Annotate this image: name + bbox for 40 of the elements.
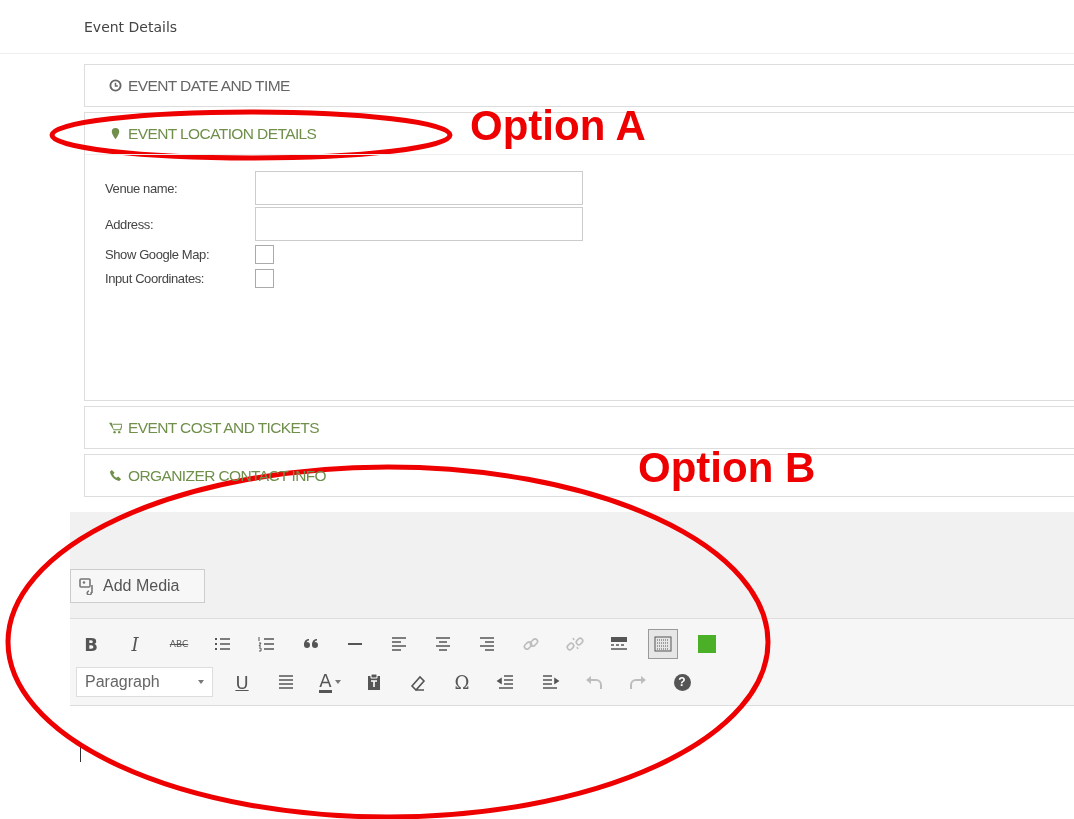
- accordion-header[interactable]: EVENT LOCATION DETAILS: [109, 124, 317, 143]
- indent-icon: [540, 672, 560, 692]
- toolbar-button[interactable]: B: [76, 629, 106, 659]
- add-media-button[interactable]: Add Media: [70, 569, 205, 603]
- cart-icon: [109, 421, 122, 434]
- caret-icon: [334, 680, 341, 684]
- accordion-header[interactable]: EVENT COST AND TICKETS: [109, 418, 319, 437]
- color-swatch-icon: [697, 634, 717, 654]
- clock-icon: [109, 79, 122, 92]
- align-left-icon: [389, 634, 409, 654]
- toolbar-button[interactable]: ?: [667, 667, 697, 697]
- checkbox[interactable]: [255, 268, 274, 288]
- accordion-header[interactable]: EVENT DATE AND TIME: [109, 76, 290, 95]
- section-title: Event Details: [0, 0, 1074, 54]
- field-label: Show Google Map:: [105, 246, 211, 262]
- toolbar-button[interactable]: A: [315, 667, 345, 697]
- align-center-icon: [433, 634, 453, 654]
- toolbar-button[interactable]: Ω: [447, 667, 477, 697]
- field-label: Address:: [105, 216, 155, 232]
- numbered-list-icon: [257, 634, 277, 654]
- toolbar-toggle-icon: [653, 634, 673, 654]
- format-dropdown[interactable]: Paragraph: [76, 667, 213, 697]
- text-field[interactable]: [255, 171, 583, 205]
- field-label: Venue name:: [105, 180, 179, 196]
- horizontal-line-icon: [348, 643, 362, 645]
- justify-icon: [276, 672, 296, 692]
- caret-icon: [198, 680, 204, 684]
- checkbox[interactable]: [255, 244, 274, 264]
- annotation-label: Option B: [638, 444, 816, 492]
- toolbar-button[interactable]: U: [227, 667, 257, 697]
- field-label: Input Coordinates:: [105, 270, 206, 286]
- toolbar-button[interactable]: ABC: [164, 629, 194, 659]
- map-pin-icon: [109, 127, 122, 140]
- unlink-icon: [565, 634, 585, 654]
- annotation-label: Option A: [470, 102, 646, 150]
- toolbar-button[interactable]: I: [120, 629, 150, 659]
- outdent-icon: [496, 672, 516, 692]
- phone-icon: [109, 469, 122, 482]
- text-field[interactable]: [255, 207, 583, 241]
- align-right-icon: [477, 634, 497, 654]
